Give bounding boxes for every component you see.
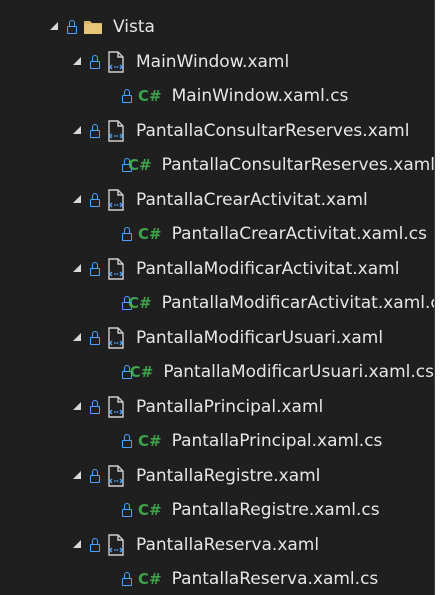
tree-item-xaml[interactable]: PantallaConsultarReserves.xaml [0,114,434,149]
lock-icon [122,227,132,242]
xaml-file-icon [106,120,126,142]
xaml-file-icon [106,534,126,556]
xaml-file-label: PantallaModificarUsuari.xaml [136,327,384,348]
xaml-file-label: PantallaConsultarReserves.xaml [136,120,410,141]
cs-file-label: PantallaReserva.xaml.cs [171,569,379,590]
tree-item-cs[interactable]: C# PantallaReserva.xaml.cs [0,562,434,595]
xaml-file-label: PantallaReserva.xaml [136,534,320,555]
folder-icon [83,19,103,35]
xaml-file-label: MainWindow.xaml [136,51,290,72]
tree-item-cs[interactable]: C# MainWindow.xaml.cs [0,79,434,114]
lock-icon [67,20,77,35]
lock-icon [122,365,131,380]
lock-icon [122,503,132,518]
xaml-file-icon [106,258,126,280]
cs-file-label: PantallaModificarUsuari.xaml.cs [163,362,434,383]
xaml-file-icon [106,51,126,73]
tree-item-cs[interactable]: C# PantallaPrincipal.xaml.cs [0,424,434,459]
folder-label: Vista [113,17,155,38]
solution-tree: Vista MainWindow.xaml C# MainWindow.xaml.c… [0,0,434,595]
lock-icon [90,54,100,69]
cs-file-label: PantallaRegistre.xaml.cs [171,500,380,521]
lock-icon [122,89,132,104]
tree-item-xaml[interactable]: PantallaPrincipal.xaml [0,390,434,425]
cs-file-label: MainWindow.xaml.cs [171,86,349,107]
expander-expanded-icon[interactable] [73,401,81,410]
lock-icon [90,123,100,138]
tree-item-cs[interactable]: C# PantallaCrearActivitat.xaml.cs [0,217,434,252]
tree-items: MainWindow.xaml C# MainWindow.xaml.cs Panta… [0,45,434,595]
solution-explorer-panel: Vista MainWindow.xaml C# MainWindow.xaml.c… [0,0,435,595]
xaml-file-icon [106,465,126,487]
expander-expanded-icon[interactable] [73,332,81,341]
lock-icon [122,434,132,449]
tree-item-xaml[interactable]: PantallaCrearActivitat.xaml [0,183,434,218]
expander-expanded-icon[interactable] [73,539,81,548]
tree-item-cs[interactable]: C# PantallaModificarUsuari.xaml.cs [0,355,434,390]
csharp-file-icon: C# [138,225,162,244]
xaml-file-icon [106,396,126,418]
tree-item-xaml[interactable]: PantallaModificarUsuari.xaml [0,321,434,356]
cs-file-label: PantallaConsultarReserves.xaml.cs [161,155,435,176]
tree-item-xaml[interactable]: PantallaModificarActivitat.xaml [0,252,434,287]
lock-icon [90,192,100,207]
csharp-file-icon: C# [138,432,162,451]
xaml-file-label: PantallaRegistre.xaml [136,465,321,486]
cs-file-label: PantallaModificarActivitat.xaml.cs [161,293,435,314]
expander-expanded-icon[interactable] [73,263,81,272]
lock-icon [90,261,100,276]
tree-item-xaml[interactable]: MainWindow.xaml [0,45,434,80]
xaml-file-icon [106,189,126,211]
expander-expanded-icon[interactable] [73,470,81,479]
expander-expanded-icon[interactable] [73,56,81,65]
tree-item-xaml[interactable]: PantallaRegistre.xaml [0,459,434,494]
csharp-file-icon: C# [138,501,162,520]
lock-icon [90,537,100,552]
lock-icon [90,330,100,345]
xaml-file-label: PantallaCrearActivitat.xaml [136,189,368,210]
cs-file-label: PantallaPrincipal.xaml.cs [171,431,383,452]
expander-expanded-icon[interactable] [73,125,81,134]
xaml-file-label: PantallaModificarActivitat.xaml [136,258,400,279]
xaml-file-icon [106,327,126,349]
lock-icon [90,468,100,483]
lock-icon [122,572,132,587]
tree-item-xaml[interactable]: PantallaReserva.xaml [0,528,434,563]
lock-icon [90,399,100,414]
csharp-file-icon: C# [138,87,162,106]
tree-item-cs[interactable]: C# PantallaModificarActivitat.xaml.cs [0,286,434,321]
csharp-file-icon: C# [138,570,162,589]
csharp-file-icon: C# [129,363,154,382]
tree-item-cs[interactable]: C# PantallaConsultarReserves.xaml.cs [0,148,434,183]
expander-expanded-icon[interactable] [73,194,81,203]
xaml-file-label: PantallaPrincipal.xaml [136,396,324,417]
tree-folder-vista[interactable]: Vista [0,10,434,45]
tree-item-cs[interactable]: C# PantallaRegistre.xaml.cs [0,493,434,528]
cs-file-label: PantallaCrearActivitat.xaml.cs [171,224,427,245]
expander-expanded-icon[interactable] [50,22,58,31]
